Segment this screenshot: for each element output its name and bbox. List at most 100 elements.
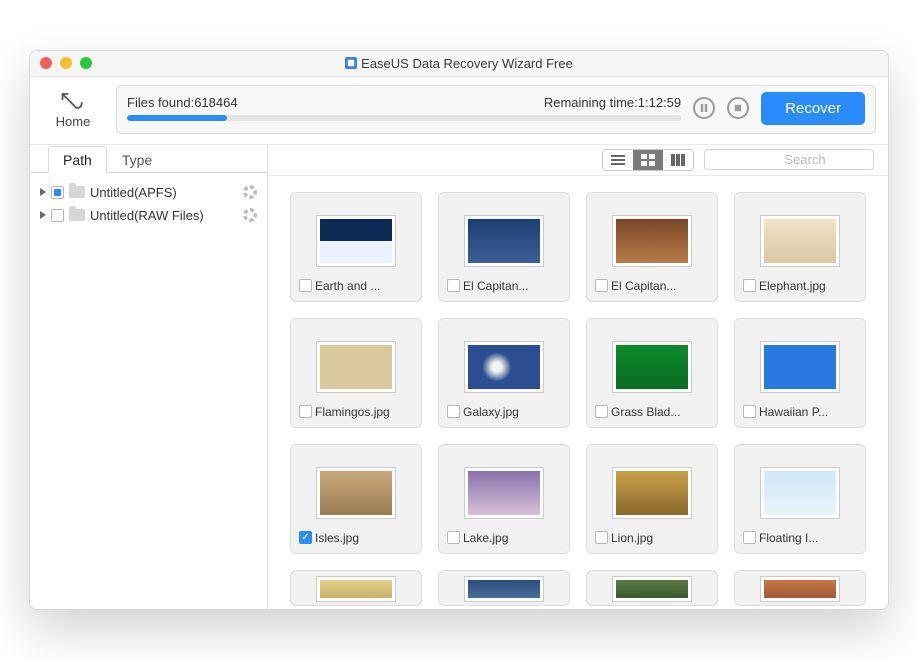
list-icon (611, 154, 625, 166)
file-checkbox[interactable] (299, 279, 312, 292)
chevron-right-icon[interactable] (40, 188, 46, 196)
tree-item-raw[interactable]: Untitled(RAW Files) (38, 204, 259, 227)
view-list-button[interactable] (603, 150, 633, 170)
search-input[interactable] (717, 152, 888, 167)
file-card[interactable]: Hawaiian P... (734, 318, 866, 428)
checkbox[interactable] (51, 209, 64, 222)
view-grid-button[interactable] (633, 150, 663, 170)
minimize-window-button[interactable] (60, 57, 72, 69)
sidebar-tabs: Path Type (30, 145, 267, 172)
file-card-footer: Galaxy.jpg (447, 405, 561, 419)
file-checkbox[interactable] (447, 279, 460, 292)
file-card-footer: Lake.jpg (447, 531, 561, 545)
file-card[interactable]: Flamingos.jpg (290, 318, 422, 428)
file-card[interactable] (290, 570, 422, 606)
home-button[interactable]: Home (48, 90, 98, 129)
pause-button[interactable] (693, 97, 715, 119)
file-checkbox[interactable] (447, 405, 460, 418)
thumbnail (761, 342, 839, 392)
file-checkbox[interactable] (595, 531, 608, 544)
file-name: El Capitan... (611, 279, 676, 293)
file-card[interactable] (438, 570, 570, 606)
thumbnail-wrap (299, 203, 413, 279)
file-card[interactable]: Lake.jpg (438, 444, 570, 554)
file-checkbox[interactable] (595, 405, 608, 418)
file-card[interactable]: El Capitan... (586, 192, 718, 302)
tab-path[interactable]: Path (48, 146, 107, 173)
thumbnail (613, 216, 691, 266)
thumbnail-wrap (595, 455, 709, 531)
file-card[interactable]: Elephant.jpg (734, 192, 866, 302)
file-card-footer: El Capitan... (447, 279, 561, 293)
file-name: Earth and ... (315, 279, 380, 293)
zoom-window-button[interactable] (80, 57, 92, 69)
file-checkbox[interactable] (743, 279, 756, 292)
checkbox[interactable] (51, 186, 64, 199)
thumbnail (465, 577, 543, 601)
scan-progress-panel: Files found:618464 Remaining time:1:12:5… (116, 85, 876, 134)
thumbnail (317, 468, 395, 518)
grid-icon (641, 154, 655, 166)
file-card[interactable]: Grass Blad... (586, 318, 718, 428)
scan-info: Files found:618464 Remaining time:1:12:5… (127, 95, 681, 121)
back-arrow-icon (59, 90, 87, 112)
file-checkbox[interactable] (743, 405, 756, 418)
file-card[interactable]: Floating I... (734, 444, 866, 554)
app-window: EaseUS Data Recovery Wizard Free Home Fi… (29, 50, 889, 610)
main: Earth and ... El Capitan... El Capitan... E… (268, 145, 888, 609)
chevron-right-icon[interactable] (40, 211, 46, 219)
view-columns-button[interactable] (663, 150, 693, 170)
thumbnail-wrap (299, 577, 413, 601)
search-box[interactable] (704, 149, 874, 170)
window-title: EaseUS Data Recovery Wizard Free (30, 56, 888, 71)
file-checkbox[interactable] (299, 531, 312, 544)
thumbnail-wrap (299, 455, 413, 531)
main-toolbar (268, 145, 888, 176)
thumbnail (613, 577, 691, 601)
thumbnail (317, 216, 395, 266)
titlebar: EaseUS Data Recovery Wizard Free (30, 51, 888, 77)
view-mode-segment (602, 149, 694, 171)
file-grid[interactable]: Earth and ... El Capitan... El Capitan... E… (268, 176, 888, 609)
tree-item-apfs[interactable]: Untitled(APFS) (38, 181, 259, 204)
file-card-footer: Hawaiian P... (743, 405, 857, 419)
thumbnail (465, 468, 543, 518)
progress-fill (127, 115, 227, 121)
close-window-button[interactable] (40, 57, 52, 69)
tab-type[interactable]: Type (107, 146, 167, 173)
file-card[interactable] (734, 570, 866, 606)
file-card[interactable]: El Capitan... (438, 192, 570, 302)
file-checkbox[interactable] (447, 531, 460, 544)
thumbnail-wrap (743, 455, 857, 531)
tree-item-label: Untitled(APFS) (90, 185, 177, 200)
thumbnail (613, 342, 691, 392)
recover-button[interactable]: Recover (761, 92, 865, 125)
file-card[interactable]: Galaxy.jpg (438, 318, 570, 428)
file-card-footer: Isles.jpg (299, 531, 413, 545)
pause-icon (700, 104, 708, 112)
folder-icon (69, 186, 85, 198)
columns-icon (671, 154, 685, 166)
thumbnail-wrap (447, 455, 561, 531)
file-checkbox[interactable] (595, 279, 608, 292)
thumbnail (465, 342, 543, 392)
file-name: Floating I... (759, 531, 818, 545)
file-card[interactable] (586, 570, 718, 606)
file-card[interactable]: Earth and ... (290, 192, 422, 302)
file-checkbox[interactable] (743, 531, 756, 544)
progress-bar (127, 115, 681, 121)
home-label: Home (56, 114, 91, 129)
file-checkbox[interactable] (299, 405, 312, 418)
file-card[interactable]: Isles.jpg (290, 444, 422, 554)
body: Path Type Untitled(APFS) Untitled(RAW Fi… (30, 145, 888, 609)
file-name: Lion.jpg (611, 531, 653, 545)
stop-button[interactable] (727, 97, 749, 119)
file-card-footer: Flamingos.jpg (299, 405, 413, 419)
stop-icon (734, 104, 742, 112)
thumbnail-wrap (595, 203, 709, 279)
thumbnail-wrap (447, 577, 561, 601)
file-card-footer: El Capitan... (595, 279, 709, 293)
thumbnail-wrap (743, 577, 857, 601)
thumbnail-wrap (743, 203, 857, 279)
file-card[interactable]: Lion.jpg (586, 444, 718, 554)
